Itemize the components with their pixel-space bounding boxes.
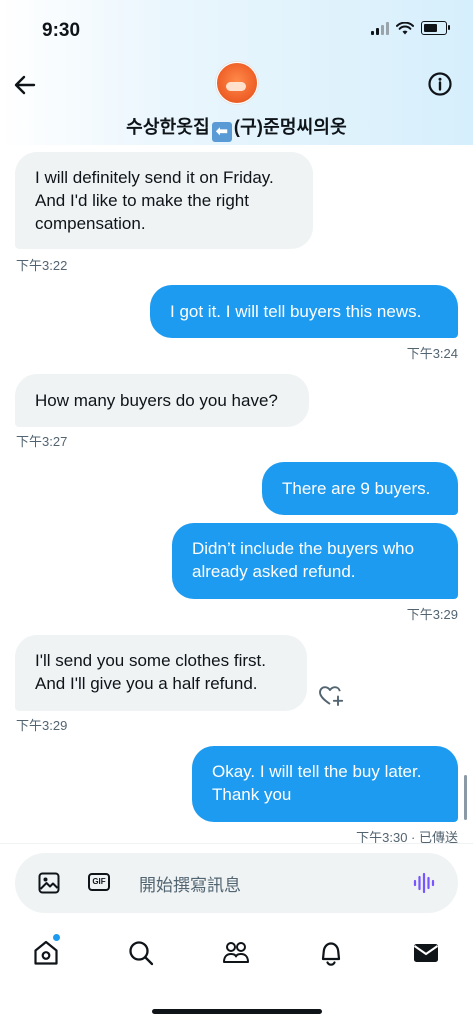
home-indicator[interactable]: [152, 1009, 322, 1014]
message-bubble-incoming[interactable]: I will definitely send it on Friday. And…: [15, 152, 313, 249]
info-icon[interactable]: [427, 71, 453, 97]
left-arrow-emoji: ⬅: [211, 122, 232, 142]
home-icon[interactable]: [31, 938, 61, 968]
add-reaction-icon[interactable]: [318, 684, 344, 708]
message-bubble-outgoing[interactable]: I got it. I will tell buyers this news.: [150, 285, 458, 338]
status-time: 9:30: [42, 20, 81, 41]
message-timestamp: 下午3:29: [16, 718, 68, 733]
message-input[interactable]: 開始撰寫訊息: [139, 871, 241, 896]
notifications-icon[interactable]: [316, 938, 346, 968]
battery-icon: [421, 21, 450, 35]
wifi-icon: [396, 21, 414, 34]
messages-icon[interactable]: [411, 938, 441, 968]
message-bubble-outgoing[interactable]: Didn’t include the buyers who already as…: [172, 523, 458, 599]
message-composer[interactable]: GIF 開始撰寫訊息: [15, 853, 458, 913]
conversation-title: 수상한옷집 ⬅ (구)준멍씨의옷: [0, 113, 473, 142]
back-arrow-icon[interactable]: [12, 72, 38, 98]
voice-message-icon[interactable]: [412, 870, 438, 896]
status-icons: [371, 21, 450, 35]
image-icon[interactable]: [37, 871, 61, 895]
message-timestamp: 下午3:24: [406, 346, 458, 361]
search-icon[interactable]: [126, 938, 156, 968]
message-timestamp: 下午3:22: [16, 258, 68, 273]
avatar[interactable]: [216, 62, 258, 104]
message-bubble-incoming[interactable]: How many buyers do you have?: [15, 374, 309, 427]
bottom-navigation: [0, 930, 473, 980]
divider: [0, 843, 473, 844]
message-bubble-outgoing[interactable]: There are 9 buyers.: [262, 462, 458, 515]
title-part-1: 수상한옷집: [126, 117, 210, 137]
gif-icon[interactable]: GIF: [88, 873, 110, 891]
communities-icon[interactable]: [221, 938, 251, 968]
signal-icon: [371, 21, 389, 35]
message-timestamp: 下午3:29: [406, 607, 458, 622]
notification-dot: [53, 934, 60, 941]
scrollbar[interactable]: [464, 775, 467, 820]
message-timestamp: 下午3:27: [16, 434, 68, 449]
message-bubble-outgoing[interactable]: Okay. I will tell the buy later. Thank y…: [192, 746, 458, 822]
message-bubble-incoming[interactable]: I'll send you some clothes first. And I'…: [15, 635, 307, 711]
title-part-2: (구)준멍씨의옷: [233, 117, 347, 137]
